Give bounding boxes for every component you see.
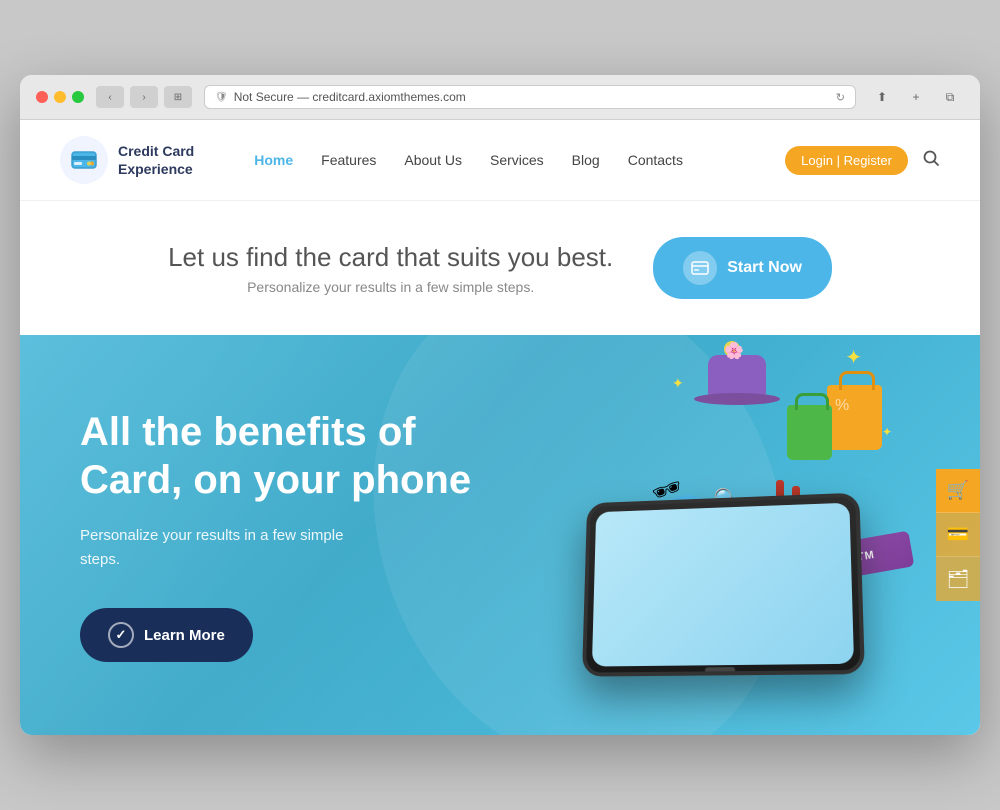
hero-top-title: Let us find the card that suits you best… <box>168 242 613 273</box>
shopping-bag-2 <box>787 405 832 460</box>
minimize-button[interactable] <box>54 91 66 103</box>
new-tab-button[interactable]: + <box>902 86 930 108</box>
browser-actions: ⬆ + ⧉ <box>868 86 964 108</box>
website: Credit CardExperience Home Features Abou… <box>20 120 980 735</box>
nav-features[interactable]: Features <box>321 152 376 168</box>
lock-icon: 🛡 <box>215 92 228 103</box>
hero-illustration: ✦ ✦ ✦ 🌸 % <box>500 395 940 675</box>
hat-item: 🌸 <box>702 355 772 405</box>
forward-button[interactable]: › <box>130 86 158 108</box>
nav-right: Login | Register <box>785 146 940 175</box>
traffic-lights <box>36 91 84 103</box>
logo-icon <box>60 136 108 184</box>
hat-top <box>708 355 766 395</box>
browser-controls: ‹ › ⊞ <box>96 86 192 108</box>
hero-top-section: Let us find the card that suits you best… <box>20 201 980 335</box>
sparkle-icon-3: ✦ <box>882 425 892 439</box>
browser-window: ‹ › ⊞ 🛡 Not Secure — creditcard.axiomthe… <box>20 75 980 735</box>
learn-more-label: Learn More <box>144 627 225 644</box>
nav-home[interactable]: Home <box>254 152 293 168</box>
hero-main-section: All the benefits of Card, on your phone … <box>20 335 980 735</box>
hat-brim <box>694 393 780 405</box>
sparkle-icon-2: ✦ <box>672 375 684 392</box>
tabs-button[interactable]: ⧉ <box>936 86 964 108</box>
nav-services[interactable]: Services <box>490 152 544 168</box>
hero-top-subtitle: Personalize your results in a few simple… <box>168 279 613 295</box>
share-button[interactable]: ⬆ <box>868 86 896 108</box>
start-now-button[interactable]: Start Now <box>653 237 832 299</box>
browser-titlebar: ‹ › ⊞ 🛡 Not Secure — creditcard.axiomthe… <box>36 85 964 119</box>
card-icon <box>683 251 717 285</box>
sidebar-tab-folder[interactable]: 🗂 <box>936 557 980 601</box>
check-icon: ✓ <box>108 622 134 648</box>
search-icon <box>922 149 940 167</box>
sidebar-tab-cart[interactable]: 🛒 <box>936 469 980 513</box>
phone-home-button <box>705 667 735 673</box>
url-text: Not Secure — creditcard.axiomthemes.com <box>234 90 466 104</box>
start-now-label: Start Now <box>727 259 802 277</box>
hat-flower: 🌸 <box>724 341 740 357</box>
floating-sidebar: 🛒 💳 🗂 <box>936 469 980 601</box>
phone-screen <box>592 503 854 667</box>
navigation: Credit CardExperience Home Features Abou… <box>20 120 980 201</box>
search-button[interactable] <box>922 149 940 172</box>
nav-blog[interactable]: Blog <box>572 152 600 168</box>
reload-icon[interactable]: ↻ <box>836 91 845 104</box>
close-button[interactable] <box>36 91 48 103</box>
logo-svg <box>70 146 98 174</box>
browser-chrome: ‹ › ⊞ 🛡 Not Secure — creditcard.axiomthe… <box>20 75 980 120</box>
phone-body <box>582 493 865 677</box>
logo[interactable]: Credit CardExperience <box>60 136 194 184</box>
address-bar[interactable]: 🛡 Not Secure — creditcard.axiomthemes.co… <box>204 85 856 109</box>
hero-main-title: All the benefits of Card, on your phone <box>80 408 500 504</box>
nav-links: Home Features About Us Services Blog Con… <box>254 152 785 168</box>
sidebar-tab-card[interactable]: 💳 <box>936 513 980 557</box>
card-icon-svg <box>691 261 709 275</box>
login-register-button[interactable]: Login | Register <box>785 146 908 175</box>
hero-main-subtitle: Personalize your results in a few simple… <box>80 524 360 572</box>
sparkle-icon: ✦ <box>845 345 862 370</box>
back-button[interactable]: ‹ <box>96 86 124 108</box>
phone-wrapper: ✦ ✦ ✦ 🌸 % <box>540 395 900 675</box>
nav-contacts[interactable]: Contacts <box>628 152 683 168</box>
shopping-bag-1: % <box>827 385 882 450</box>
learn-more-button[interactable]: ✓ Learn More <box>80 608 253 662</box>
hero-top-text: Let us find the card that suits you best… <box>168 242 613 295</box>
hero-main-content: All the benefits of Card, on your phone … <box>80 408 500 662</box>
maximize-button[interactable] <box>72 91 84 103</box>
nav-about[interactable]: About Us <box>404 152 462 168</box>
logo-text: Credit CardExperience <box>118 142 194 178</box>
window-button[interactable]: ⊞ <box>164 86 192 108</box>
